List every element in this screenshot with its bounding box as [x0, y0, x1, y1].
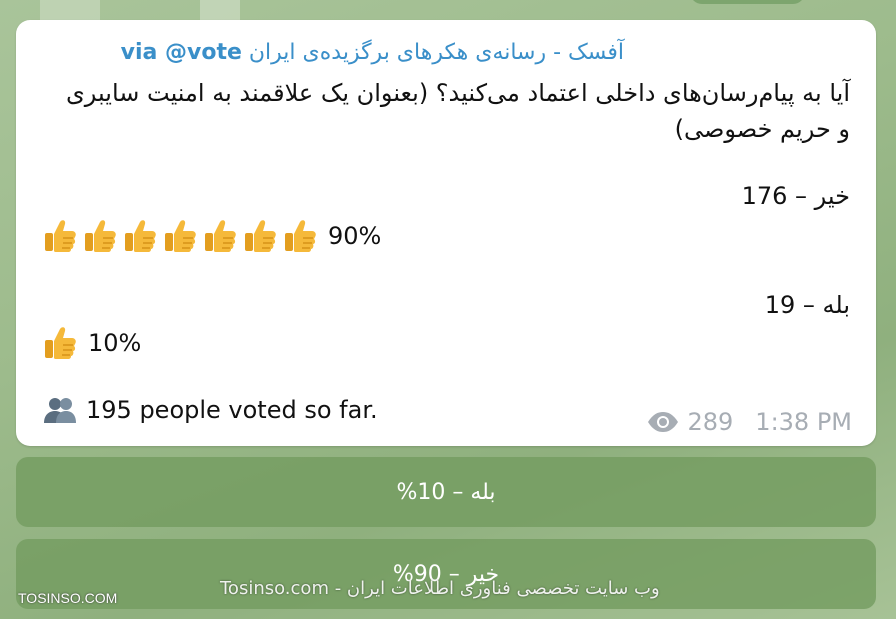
people-icon [44, 398, 76, 423]
message-meta: 289 1:38 PM [647, 408, 852, 436]
view-count: 289 [687, 408, 734, 436]
thumbs-up-icon [45, 327, 76, 359]
option-label-no: خیر – 176 [741, 182, 850, 210]
thumbs-up-icon [165, 220, 196, 252]
option-bar-yes: 10% [42, 323, 141, 363]
via-header[interactable]: آفسک - رسانه‌ی هکرهای برگزیده‌ی ایران vi… [121, 40, 624, 65]
previous-keyboard-button[interactable] [690, 0, 805, 4]
voters-summary: 195 people voted so far. [42, 396, 378, 424]
option-bar-no: 90% [42, 216, 381, 256]
poll-question: آیا به پیام‌رسان‌های داخلی اعتماد می‌کنی… [66, 79, 850, 143]
vote-button-yes[interactable]: بله – 10% [16, 457, 876, 527]
thumbs-up-icon [125, 220, 156, 252]
thumbs-up-icon [285, 220, 316, 252]
thumbs-up-icon [245, 220, 276, 252]
option-percent-no: 90% [328, 222, 382, 250]
option-label-yes: بله – 19 [764, 291, 850, 319]
voters-text: 195 people voted so far. [86, 396, 378, 424]
via-channel[interactable]: آفسک - رسانه‌ی هکرهای برگزیده‌ی ایران [249, 40, 624, 65]
watermark-center: Tosinso.com - وب سایت تخصصی فناوری اطلاع… [220, 578, 660, 599]
thumbs-up-icon [85, 220, 116, 252]
option-percent-yes: 10% [88, 329, 142, 357]
watermark-left: TOSINSO.COM [18, 590, 118, 606]
thumbs-up-icon [205, 220, 236, 252]
eye-icon [648, 412, 679, 432]
message-time: 1:38 PM [755, 408, 852, 436]
via-bot-label[interactable]: via @vote [121, 40, 242, 65]
thumbs-up-icon [45, 220, 76, 252]
